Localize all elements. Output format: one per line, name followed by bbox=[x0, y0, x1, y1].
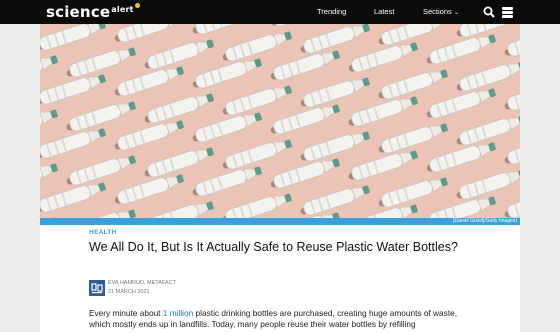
search-icon[interactable] bbox=[483, 6, 495, 18]
hamburger-menu-icon[interactable] bbox=[502, 6, 514, 18]
nav-latest[interactable]: Latest bbox=[374, 7, 394, 16]
logo-sub-text: alert bbox=[111, 5, 134, 14]
article-title: We All Do It, But Is It Actually Safe to… bbox=[89, 240, 458, 254]
image-credit: (Daniel Grizelj/Getty Images) bbox=[452, 218, 517, 224]
article-author[interactable]: EVA HAMRUD, METAFACT bbox=[108, 280, 176, 286]
hero-image bbox=[40, 24, 520, 218]
top-bar: sciencealert Trending Latest Sections ⌄ bbox=[0, 0, 560, 24]
image-credit-bar: (Daniel Grizelj/Getty Images) bbox=[40, 218, 520, 225]
nav-sections-label: Sections bbox=[423, 7, 452, 16]
nav-sections[interactable]: Sections ⌄ bbox=[423, 7, 459, 16]
author-logo-icon bbox=[91, 283, 103, 294]
article-category[interactable]: HEALTH bbox=[89, 229, 117, 236]
nav-trending[interactable]: Trending bbox=[317, 7, 346, 16]
chevron-down-icon: ⌄ bbox=[453, 10, 459, 16]
logo-main-text: science bbox=[46, 3, 111, 21]
million-link[interactable]: 1 million bbox=[163, 308, 193, 318]
plastic-bottles-illustration bbox=[40, 24, 520, 218]
paragraph-text-start: Every minute about bbox=[89, 308, 163, 318]
author-avatar bbox=[89, 280, 105, 296]
article-paragraph: Every minute about 1 million plastic dri… bbox=[89, 308, 479, 330]
logo-dot-icon bbox=[134, 3, 140, 8]
site-logo[interactable]: sciencealert bbox=[46, 3, 140, 21]
article-date: 21 MARCH 2021 bbox=[108, 289, 150, 295]
